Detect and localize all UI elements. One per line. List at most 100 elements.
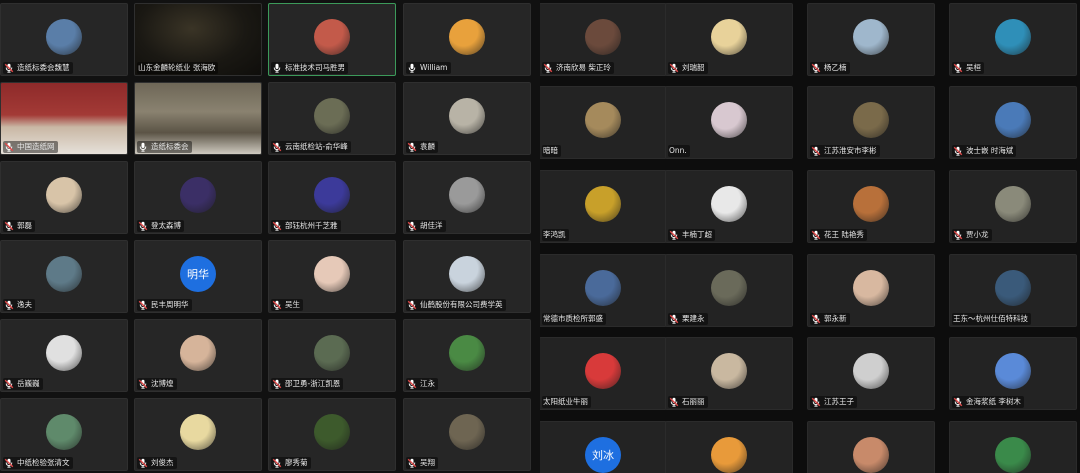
participant-tile[interactable]: 常德市质检所郭盛 (540, 254, 667, 327)
avatar (711, 437, 747, 473)
participant-tile[interactable]: 部钰杭州千芝雅 (268, 161, 396, 234)
mic-icon (407, 63, 420, 73)
participant-tile[interactable]: 江永 (403, 319, 531, 392)
participant-name: 郭磊 (17, 220, 32, 230)
namebar-background: 杨乙楠 (810, 61, 850, 74)
participant-tile[interactable] (665, 421, 793, 473)
participant-tile[interactable] (807, 421, 935, 473)
avatar (449, 19, 485, 55)
participant-namebar: 邵卫勇-浙江凯恩 (271, 377, 393, 390)
participant-tile[interactable]: 沈博煌 (134, 319, 262, 392)
participant-name: 造纸标委会 (151, 141, 189, 151)
participant-tile[interactable]: 暗暗 (540, 86, 667, 159)
mic-muted-icon (4, 300, 17, 310)
participant-namebar: 太阳纸业牛丽 (542, 395, 664, 408)
participant-tile[interactable]: 济南欣易 柴正玲 (540, 3, 667, 76)
namebar-background: 太阳纸业牛丽 (542, 395, 591, 408)
participant-name: 胡佳洋 (420, 220, 443, 230)
participant-tile[interactable]: 栗建永 (665, 254, 793, 327)
namebar-background: 登太森博 (137, 219, 184, 232)
avatar (46, 335, 82, 371)
namebar-background: 民丰周明华 (137, 298, 192, 311)
participant-tile[interactable]: 金海浆纸 李树木 (949, 337, 1077, 410)
avatar (853, 102, 889, 138)
participant-tile[interactable]: 波士嵌 时海斌 (949, 86, 1077, 159)
participant-tile[interactable]: 吴生 (268, 240, 396, 313)
participant-tile[interactable]: 云南纸检站-俞华峰 (268, 82, 396, 155)
participant-tile[interactable]: 邵卫勇-浙江凯恩 (268, 319, 396, 392)
participant-tile[interactable]: 江苏王子 (807, 337, 935, 410)
participant-name: 中纸检验张清文 (17, 457, 70, 467)
participant-tile[interactable]: 标准技术司马胜男 (268, 3, 396, 76)
participant-tile[interactable]: 贾小龙 (949, 170, 1077, 243)
avatar (995, 186, 1031, 222)
participant-name: 暗暗 (543, 145, 558, 155)
participant-tile[interactable]: 王东～杭州仕佰特科技 (949, 254, 1077, 327)
participant-namebar: 郭磊 (3, 219, 125, 232)
participant-tile[interactable]: 李鸿凯 (540, 170, 667, 243)
participant-tile[interactable]: 登太森博 (134, 161, 262, 234)
participant-tile[interactable]: 太阳纸业牛丽 (540, 337, 667, 410)
participant-namebar: 山东金麟轮纸业 张海欧 (137, 61, 259, 74)
participant-tile[interactable]: 中国造纸网 (0, 82, 128, 155)
mic-muted-icon (4, 221, 17, 231)
mic-muted-icon (4, 142, 17, 152)
namebar-background: 江永 (406, 377, 438, 390)
participant-name: 金海浆纸 李树木 (966, 396, 1021, 406)
participant-tile[interactable]: William (403, 3, 531, 76)
participant-tile[interactable]: 江苏淮安市李彬 (807, 86, 935, 159)
participant-tile[interactable]: 袁麟 (403, 82, 531, 155)
participant-tile[interactable]: 造纸标委会 (134, 82, 262, 155)
participant-tile[interactable]: 中纸检验张清文 (0, 398, 128, 471)
namebar-background: 山东金麟轮纸业 张海欧 (137, 61, 219, 74)
namebar-background: 花王 陆艳秀 (810, 228, 867, 241)
namebar-background: 仙鹤股份有限公司费学英 (406, 298, 506, 311)
participant-tile[interactable]: 刘瑞韶 (665, 3, 793, 76)
participant-tile[interactable]: 郭磊 (0, 161, 128, 234)
participant-tile[interactable]: 郭永新 (807, 254, 935, 327)
participant-tile[interactable]: 吴翔 (403, 398, 531, 471)
participant-tile[interactable]: 刘俊杰 (134, 398, 262, 471)
avatar: 明华 (180, 256, 216, 292)
participant-namebar: William (406, 61, 528, 74)
avatar (853, 353, 889, 389)
participant-tile[interactable]: 廖秀菊 (268, 398, 396, 471)
participant-tile[interactable]: 花王 陆艳秀 (807, 170, 935, 243)
participant-namebar: 花王 陆艳秀 (810, 228, 932, 241)
participant-name: 石丽丽 (682, 396, 705, 406)
participant-tile[interactable]: 丰楠丁超 (665, 170, 793, 243)
participant-tile[interactable]: 杨乙楠 (807, 3, 935, 76)
participant-tile[interactable]: 造纸标委会魏慧 (0, 3, 128, 76)
participant-tile[interactable] (949, 421, 1077, 473)
participant-namebar: 济南欣易 柴正玲 (542, 61, 664, 74)
participant-namebar: 造纸标委会 (137, 140, 259, 153)
participant-namebar: 金海浆纸 李树木 (952, 395, 1074, 408)
namebar-background: 丰楠丁超 (668, 228, 715, 241)
namebar-background: 部钰杭州千芝雅 (271, 219, 341, 232)
participant-tile[interactable]: 石丽丽 (665, 337, 793, 410)
mic-muted-icon (4, 63, 17, 73)
participant-tile[interactable]: 刘冰 (540, 421, 667, 473)
participant-tile[interactable]: 吴桓 (949, 3, 1077, 76)
mic-muted-icon (953, 397, 966, 407)
namebar-background: 石丽丽 (668, 395, 708, 408)
participant-namebar: 贾小龙 (952, 228, 1074, 241)
mic-muted-icon (669, 397, 682, 407)
namebar-background: 胡佳洋 (406, 219, 446, 232)
participant-name: 吴生 (285, 299, 300, 309)
participant-tile[interactable]: 山东金麟轮纸业 张海欧 (134, 3, 262, 76)
avatar (995, 270, 1031, 306)
avatar (314, 98, 350, 134)
mic-muted-icon (407, 379, 420, 389)
namebar-background: 郭磊 (3, 219, 35, 232)
participant-tile[interactable]: 仙鹤股份有限公司费学英 (403, 240, 531, 313)
participant-tile[interactable]: 逸夫 (0, 240, 128, 313)
namebar-background: 金海浆纸 李树木 (952, 395, 1024, 408)
participant-tile[interactable]: Onn. (665, 86, 793, 159)
participant-tile[interactable]: 胡佳洋 (403, 161, 531, 234)
participant-name: 廖秀菊 (285, 457, 308, 467)
participant-tile[interactable]: 明华民丰周明华 (134, 240, 262, 313)
namebar-background: 邵卫勇-浙江凯恩 (271, 377, 344, 390)
participant-tile[interactable]: 岳巍巍 (0, 319, 128, 392)
namebar-background: 岳巍巍 (3, 377, 43, 390)
